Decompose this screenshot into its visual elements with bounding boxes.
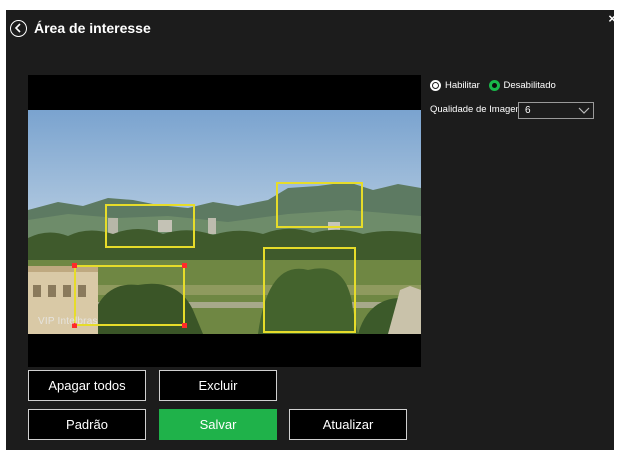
clear-all-button[interactable]: Apagar todos xyxy=(28,370,146,401)
default-button[interactable]: Padrão xyxy=(28,409,146,440)
radio-indicator xyxy=(430,80,441,91)
back-icon[interactable] xyxy=(10,20,27,37)
roi-box[interactable] xyxy=(263,247,356,333)
roi-box[interactable] xyxy=(276,182,363,228)
disable-radio[interactable]: Desabilitado xyxy=(488,80,556,91)
disable-label: Desabilitado xyxy=(503,80,556,91)
close-icon[interactable]: × xyxy=(608,12,614,25)
watermark: VIP Intelbras xyxy=(38,316,98,327)
quality-value: 6 xyxy=(525,105,531,116)
delete-button[interactable]: Excluir xyxy=(159,370,277,401)
quality-label: Qualidade de Imagem xyxy=(430,104,524,115)
quality-row: Qualidade de Imagem 6 xyxy=(430,102,600,120)
save-button[interactable]: Salvar xyxy=(159,409,277,440)
video-preview[interactable]: VIP Intelbras xyxy=(28,75,421,367)
radio-indicator xyxy=(488,80,500,91)
roi-box[interactable] xyxy=(105,204,195,248)
refresh-button[interactable]: Atualizar xyxy=(289,409,407,440)
quality-select[interactable]: 6 xyxy=(518,102,594,119)
page-title: Área de interesse xyxy=(34,20,151,36)
roi-resize-handle[interactable] xyxy=(182,323,187,328)
enable-label: Habilitar xyxy=(445,80,480,91)
enable-radio[interactable]: Habilitar xyxy=(430,80,480,91)
chevron-down-icon xyxy=(578,107,590,114)
roi-settings-panel: Área de interesse × VIP Intelbras Habili… xyxy=(6,10,614,450)
roi-resize-handle[interactable] xyxy=(72,263,77,268)
roi-resize-handle[interactable] xyxy=(182,263,187,268)
